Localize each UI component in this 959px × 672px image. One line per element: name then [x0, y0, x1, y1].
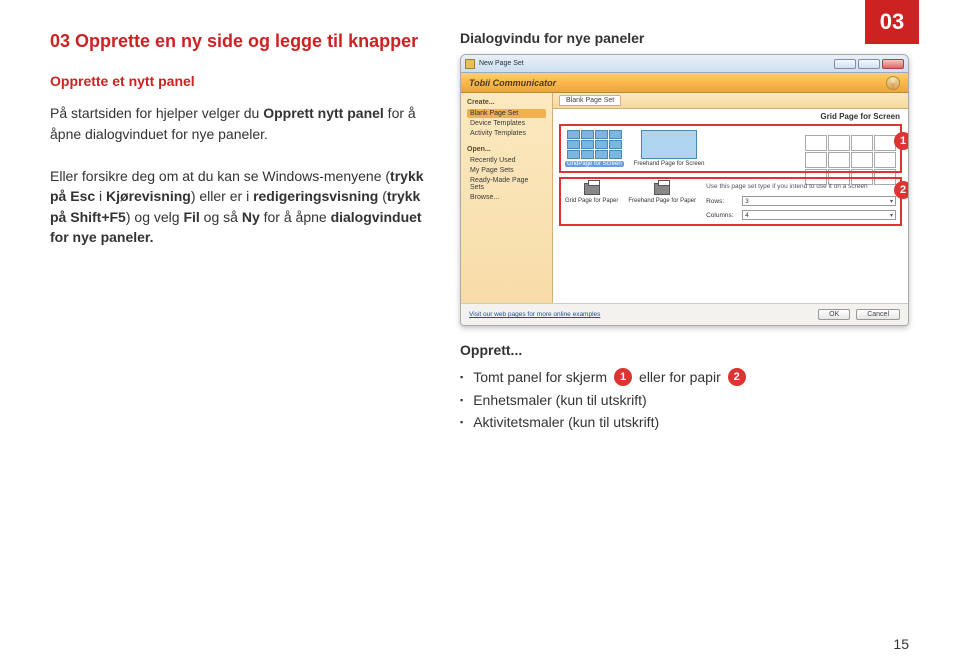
brand-label: Tobii Communicator — [469, 78, 556, 88]
inline-badge-1: 1 — [614, 368, 632, 386]
text: Aktivitetsmaler (kun til utskrift) — [473, 414, 659, 430]
dialog-body: Create... Blank Page Set Device Template… — [461, 93, 908, 303]
hint-text: Use this page set type if you intend to … — [706, 183, 896, 190]
bold-text: Ny — [242, 209, 260, 225]
printer-icon — [584, 183, 600, 195]
dialog-main: Blank Page Set Grid Page for Screen — [553, 93, 908, 303]
grid-page-screen-option[interactable]: GridPage for Screen — [565, 130, 624, 167]
maximize-button[interactable] — [858, 59, 880, 69]
bold-text: Kjørevisning — [106, 188, 191, 204]
rows-label: Rows: — [706, 198, 738, 205]
cols-select[interactable]: 4 — [742, 210, 896, 220]
paragraph-1: På startsiden for hjelper velger du Oppr… — [50, 103, 430, 144]
callout-badge-2: 2 — [894, 181, 909, 199]
cols-label: Columns: — [706, 212, 738, 219]
text: ( — [378, 188, 387, 204]
window-icon — [465, 59, 475, 69]
dialog-footer: Visit our web pages for more online exam… — [461, 303, 908, 325]
text: eller for papir — [639, 369, 721, 385]
text: Eller forsikre deg om at du kan se Windo… — [50, 168, 390, 184]
freehand-page-screen-option[interactable]: Freehand Page for Screen — [634, 130, 705, 167]
option-label: Freehand Page for Paper — [628, 198, 696, 204]
dialog-caption: Dialogvindu for nye paneler — [460, 30, 909, 46]
grid-page-paper-option[interactable]: Grid Page for Paper — [565, 183, 618, 220]
section-subheading: Opprette et nytt panel — [50, 73, 430, 89]
text: ) og velg — [126, 209, 184, 225]
cols-config: Columns: 4 — [706, 210, 896, 220]
printer-icon — [654, 183, 670, 195]
text: Enhetsmaler (kun til utskrift) — [473, 392, 647, 408]
option-label: Grid Page for Paper — [565, 198, 618, 204]
opprett-title: Opprett... — [460, 342, 909, 358]
sidebar-section-open: Open... — [467, 146, 546, 153]
text: ) eller er i — [191, 188, 253, 204]
section-heading: 03 Opprette en ny side og legge til knap… — [50, 30, 430, 53]
dialog-brand-bar: Tobii Communicator — [461, 73, 908, 93]
text: Tomt panel for skjerm — [473, 369, 607, 385]
content-columns: 03 Opprette en ny side og legge til knap… — [50, 30, 909, 436]
sidebar-item-recent[interactable]: Recently Used — [467, 156, 546, 165]
sidebar-item-activity-templates[interactable]: Activity Templates — [467, 129, 546, 138]
bold-text: Fil — [183, 209, 199, 225]
ok-button[interactable]: OK — [818, 309, 850, 320]
sidebar-item-blank[interactable]: Blank Page Set — [467, 109, 546, 118]
sidebar-item-browse[interactable]: Browse... — [467, 193, 546, 202]
main-title: Grid Page for Screen — [553, 109, 908, 121]
tab-blank-page-set[interactable]: Blank Page Set — [559, 95, 621, 106]
text: for å åpne — [260, 209, 331, 225]
option-label: GridPage for Screen — [565, 161, 624, 167]
list-item: Enhetsmaler (kun til utskrift) — [460, 392, 909, 408]
paragraph-2: Eller forsikre deg om at du kan se Windo… — [50, 166, 430, 247]
text: På startsiden for hjelper velger du — [50, 105, 263, 121]
minimize-button[interactable] — [834, 59, 856, 69]
text: i — [95, 188, 106, 204]
dialog-sidebar: Create... Blank Page Set Device Template… — [461, 93, 553, 303]
window-titlebar[interactable]: New Page Set — [461, 55, 908, 73]
text: og så — [200, 209, 242, 225]
dialog-window: New Page Set Tobii Communicator Create..… — [460, 54, 909, 326]
brand-swirl-icon — [886, 76, 900, 90]
footer-link[interactable]: Visit our web pages for more online exam… — [469, 311, 600, 318]
callout-badge-1: 1 — [894, 132, 909, 150]
rows-value: 3 — [745, 198, 749, 205]
below-dialog-block: Opprett... Tomt panel for skjerm 1 eller… — [460, 342, 909, 430]
page-number: 15 — [893, 636, 909, 652]
list-item: Aktivitetsmaler (kun til utskrift) — [460, 414, 909, 430]
sidebar-item-device-templates[interactable]: Device Templates — [467, 119, 546, 128]
paper-templates-section: Grid Page for Paper Freehand Page for Pa… — [559, 177, 902, 226]
window-title: New Page Set — [479, 60, 832, 67]
rows-select[interactable]: 3 — [742, 196, 896, 206]
close-button[interactable] — [882, 59, 904, 69]
sidebar-section-create: Create... — [467, 99, 546, 106]
list-item: Tomt panel for skjerm 1 eller for papir … — [460, 368, 909, 386]
footer-buttons: OK Cancel — [814, 311, 900, 318]
freehand-page-paper-option[interactable]: Freehand Page for Paper — [628, 183, 696, 220]
screen-templates-section: GridPage for Screen Freehand Page for Sc… — [559, 124, 902, 173]
tabs-bar: Blank Page Set — [553, 93, 908, 109]
config-block: Use this page set type if you intend to … — [706, 183, 896, 220]
bold-text: Opprett nytt panel — [263, 105, 384, 121]
cancel-button[interactable]: Cancel — [856, 309, 900, 320]
cols-value: 4 — [745, 212, 749, 219]
inline-badge-2: 2 — [728, 368, 746, 386]
bullet-list: Tomt panel for skjerm 1 eller for papir … — [460, 368, 909, 430]
right-column: Dialogvindu for nye paneler New Page Set… — [460, 30, 909, 436]
sidebar-item-my-page-sets[interactable]: My Page Sets — [467, 166, 546, 175]
bold-text: redigeringsvisning — [253, 188, 378, 204]
option-label: Freehand Page for Screen — [634, 161, 705, 167]
page-section-badge: 03 — [865, 0, 919, 44]
left-column: 03 Opprette en ny side og legge til knap… — [50, 30, 430, 436]
rows-config: Rows: 3 — [706, 196, 896, 206]
sidebar-item-readymade[interactable]: Ready-Made Page Sets — [467, 176, 546, 192]
